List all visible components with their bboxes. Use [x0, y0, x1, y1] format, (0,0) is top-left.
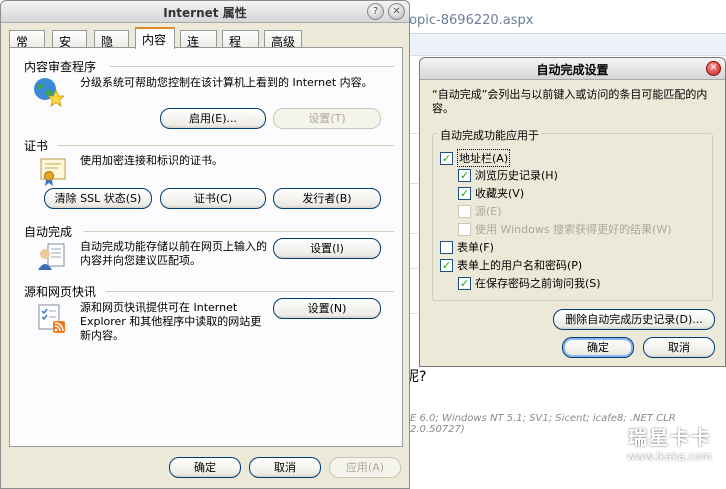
feeds-description: 源和网页快讯提供可在 Internet Explorer 和其他程序中读取的网站… — [80, 301, 262, 342]
ac-dialog-title: 自动完成设置 — [536, 63, 609, 77]
help-button[interactable]: ? — [367, 3, 384, 20]
tab-security[interactable]: 安全 — [52, 30, 87, 66]
section-divider — [58, 145, 394, 146]
dialog-titlebar[interactable]: Internet 属性 ? ✕ — [1, 1, 409, 23]
dialog-title: Internet 属性 — [163, 6, 247, 20]
section-divider — [110, 66, 394, 67]
option-usernames-passwords[interactable]: ✓ 表单上的用户名和密码(P) — [440, 257, 582, 273]
address-text: topic-8696220.aspx — [404, 13, 534, 28]
option-forms[interactable]: 表单(F) — [440, 239, 494, 255]
content-advisor-settings-button[interactable]: 设置(T) — [273, 108, 381, 129]
checkbox-browsing-history[interactable]: ✓ — [458, 168, 471, 182]
ok-button[interactable]: 确定 — [169, 457, 241, 478]
content-advisor-description: 分级系统可帮助您控制在该计算机上看到的 Internet 内容。 — [80, 76, 373, 89]
tab-advanced[interactable]: 高级 — [264, 30, 302, 49]
globe-star-icon — [32, 76, 66, 108]
option-browsing-history[interactable]: ✓ 浏览历史记录(H) — [458, 167, 558, 183]
ac-group-label: 自动完成功能应用于 — [438, 127, 541, 143]
address-bar[interactable]: topic-8696220.aspx — [392, 8, 726, 34]
option-label: 收藏夹(V) — [475, 187, 525, 200]
option-label: 地址栏(A) — [457, 149, 511, 167]
certificates-button[interactable]: 证书(C) — [160, 188, 266, 209]
option-feeds: 源(E) — [458, 203, 502, 219]
watermark-title: 瑞星卡卡 — [627, 427, 712, 449]
tab-general[interactable]: 常规 — [9, 30, 45, 66]
option-label: 使用 Windows 搜索获得更好的结果(W) — [475, 223, 672, 236]
certificates-title: 证书 — [24, 139, 49, 153]
cancel-button[interactable]: 取消 — [249, 457, 321, 478]
option-windows-search: 使用 Windows 搜索获得更好的结果(W) — [458, 221, 672, 237]
close-button[interactable]: ✕ — [388, 3, 405, 20]
checkbox-windows-search — [458, 222, 471, 236]
tab-content[interactable]: 内容 — [135, 27, 175, 49]
autocomplete-settings-dialog: 自动完成设置 ✕ “自动完成”会列出与以前键入或访问的条目可能匹配的内容。 自动… — [419, 57, 726, 367]
content-advisor-title: 内容审查程序 — [24, 60, 97, 74]
autocomplete-settings-button[interactable]: 设置(I) — [273, 238, 381, 259]
option-label: 表单上的用户名和密码(P) — [457, 259, 583, 272]
certificates-description: 使用加密连接和标识的证书。 — [80, 154, 223, 167]
option-ask-before-saving[interactable]: ✓ 在保存密码之前询问我(S) — [458, 275, 601, 291]
content-tab-panel: 内容审查程序 分级系统可帮助您控制在该计算机上看到的 Internet 内容。 … — [9, 47, 403, 447]
ac-cancel-button[interactable]: 取消 — [643, 337, 715, 358]
watermark: 瑞星卡卡 www.ikaka.com — [627, 423, 712, 463]
checkbox-address-bar[interactable]: ✓ — [440, 151, 453, 165]
feeds-title: 源和网页快讯 — [24, 285, 97, 299]
option-address-bar[interactable]: ✓ 地址栏(A) — [440, 149, 511, 167]
option-label: 表单(F) — [457, 241, 494, 254]
ac-dialog-titlebar[interactable]: 自动完成设置 ✕ — [420, 58, 725, 80]
checkbox-forms[interactable] — [440, 240, 453, 254]
tab-programs[interactable]: 程序 — [222, 30, 259, 66]
enable-button[interactable]: 启用(E)... — [160, 108, 266, 129]
tab-privacy[interactable]: 隐私 — [94, 30, 129, 66]
checkbox-feeds — [458, 204, 471, 218]
rss-feed-icon — [36, 302, 68, 334]
section-divider — [84, 231, 394, 232]
watermark-url: www.ikaka.com — [626, 450, 712, 463]
delete-autocomplete-history-button[interactable]: 删除自动完成历史记录(D)... — [553, 309, 715, 330]
autocomplete-title: 自动完成 — [24, 225, 73, 239]
feeds-settings-button[interactable]: 设置(N) — [273, 298, 381, 319]
browser-toolbar-strip — [392, 34, 726, 56]
tab-connections[interactable]: 连接 — [180, 30, 217, 66]
option-label: 在保存密码之前询问我(S) — [475, 277, 601, 290]
apply-button[interactable]: 应用(A) — [329, 457, 401, 478]
certificate-icon — [38, 156, 70, 188]
checkbox-ask-before-saving[interactable]: ✓ — [458, 276, 471, 290]
option-label: 浏览历史记录(H) — [475, 169, 558, 182]
section-divider — [106, 291, 394, 292]
option-favorites[interactable]: ✓ 收藏夹(V) — [458, 185, 524, 201]
clear-ssl-button[interactable]: 清除 SSL 状态(S) — [44, 188, 152, 209]
ac-close-icon[interactable]: ✕ — [706, 61, 721, 76]
ac-ok-button[interactable]: 确定 — [562, 337, 634, 358]
option-label: 源(E) — [475, 205, 502, 218]
checkbox-favorites[interactable]: ✓ — [458, 186, 471, 200]
user-form-icon — [36, 240, 68, 272]
ac-description: “自动完成”会列出与以前键入或访问的条目可能匹配的内容。 — [432, 88, 708, 115]
autocomplete-description: 自动完成功能存储以前在网页上输入的内容并向您建议匹配项。 — [80, 240, 267, 267]
internet-options-dialog: Internet 属性 ? ✕ 常规 安全 隐私 内容 连接 程序 高级 内容审… — [0, 0, 410, 489]
publishers-button[interactable]: 发行者(B) — [273, 188, 381, 209]
checkbox-usernames-passwords[interactable]: ✓ — [440, 258, 453, 272]
